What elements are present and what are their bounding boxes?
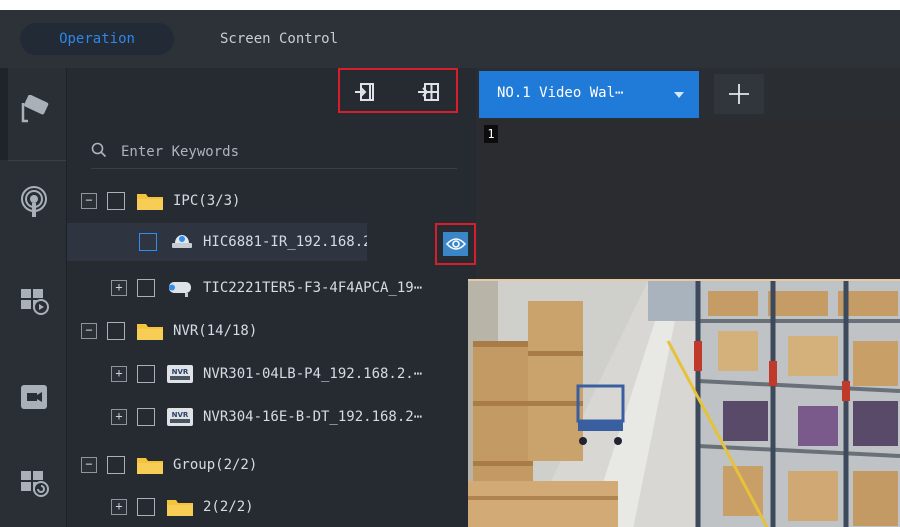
bullet-camera-icon <box>165 276 195 300</box>
search-bar <box>91 138 451 166</box>
eye-icon[interactable] <box>443 232 468 256</box>
node-label: NVR(14/18) <box>173 323 258 339</box>
node-label: IPC(3/3) <box>173 193 241 209</box>
wall-playback-icon[interactable] <box>10 276 58 324</box>
collapse-toggle[interactable]: − <box>81 457 97 473</box>
resource-tree-panel: − IPC(3/3) HIC6881-IR_192.168.2.⋯ + <box>66 68 476 527</box>
add-wall-button[interactable] <box>714 74 764 114</box>
rail-active-indicator <box>0 68 8 160</box>
left-icon-rail <box>0 68 66 527</box>
node-checkbox[interactable] <box>137 279 155 297</box>
toolbar-highlight-box <box>338 68 458 113</box>
collapse-toggle[interactable]: − <box>81 323 97 339</box>
preview-highlight-box <box>435 223 476 265</box>
warehouse-video-preview[interactable] <box>468 279 900 527</box>
node-checkbox[interactable] <box>137 498 155 516</box>
tab-operation[interactable]: Operation <box>20 23 174 55</box>
tree-node-ipc-device-1[interactable]: HIC6881-IR_192.168.2.⋯ <box>67 223 367 261</box>
node-label: HIC6881-IR_192.168.2.⋯ <box>203 234 367 250</box>
expand-toggle[interactable]: + <box>111 366 127 382</box>
node-label: NVR301-04LB-P4_192.168.2.⋯ <box>203 366 423 382</box>
tree-node-nvr-device-2[interactable]: + NVR NVR304-16E-B-DT_192.168.2⋯ <box>67 398 477 436</box>
node-checkbox[interactable] <box>107 456 125 474</box>
dome-camera-icon <box>167 230 197 254</box>
search-icon <box>91 142 107 162</box>
node-checkbox[interactable] <box>107 192 125 210</box>
nvr-icon: NVR <box>165 405 195 429</box>
tree-node-ipc-group[interactable]: − IPC(3/3) <box>67 182 477 220</box>
expand-toggle[interactable]: + <box>111 409 127 425</box>
search-input[interactable] <box>121 144 421 160</box>
nvr-icon: NVR <box>165 362 195 386</box>
tree-node-nvr-device-1[interactable]: + NVR NVR301-04LB-P4_192.168.2.⋯ <box>67 355 477 393</box>
node-checkbox[interactable] <box>107 322 125 340</box>
node-label: Group(2/2) <box>173 457 258 473</box>
plus-icon <box>729 84 749 104</box>
folder-icon <box>165 495 195 519</box>
rail-divider <box>8 160 66 161</box>
import-to-wall-icon[interactable] <box>416 80 440 104</box>
import-to-window-icon[interactable] <box>352 80 376 104</box>
video-wall-tab-label: NO.1 Video Wal⋯ <box>497 85 624 101</box>
app-window: Operation Screen Control Enter Keywords … <box>0 0 900 527</box>
collapse-toggle[interactable]: − <box>81 193 97 209</box>
folder-icon <box>135 319 165 343</box>
tree-node-custom-group[interactable]: − Group(2/2) <box>67 446 477 484</box>
chevron-down-icon[interactable] <box>674 92 684 98</box>
node-checkbox[interactable] <box>137 408 155 426</box>
wall-replay-icon[interactable] <box>10 458 58 506</box>
nvr-badge-text: NVR <box>172 411 189 419</box>
node-label: TIC2221TER5-F3-4F4APCA_19⋯ <box>203 280 423 296</box>
node-label: 2(2/2) <box>203 499 254 515</box>
search-underline <box>91 168 457 169</box>
nvr-badge-text: NVR <box>172 368 189 376</box>
node-label: NVR304-16E-B-DT_192.168.2⋯ <box>203 409 423 425</box>
folder-icon <box>135 453 165 477</box>
screen-number: 1 <box>484 125 498 143</box>
node-checkbox[interactable] <box>137 365 155 383</box>
folder-icon <box>135 189 165 213</box>
tree-node-ipc-device-2[interactable]: + TIC2221TER5-F3-4F4APCA_19⋯ <box>67 269 477 307</box>
tab-screen-control[interactable]: Screen Control <box>220 23 338 55</box>
video-icon[interactable] <box>10 373 58 421</box>
camera-icon[interactable] <box>10 86 58 134</box>
expand-toggle[interactable]: + <box>111 280 127 296</box>
expand-toggle[interactable]: + <box>111 499 127 515</box>
video-wall-tab[interactable]: NO.1 Video Wal⋯ <box>479 71 699 118</box>
tree-node-sub-group[interactable]: + 2(2/2) <box>67 488 477 526</box>
top-bar: Operation Screen Control <box>0 10 900 68</box>
node-checkbox[interactable] <box>139 233 157 251</box>
alarm-signal-icon[interactable] <box>10 178 58 226</box>
tree-node-nvr-group[interactable]: − NVR(14/18) <box>67 312 477 350</box>
wall-screen[interactable]: 1 <box>479 120 900 280</box>
